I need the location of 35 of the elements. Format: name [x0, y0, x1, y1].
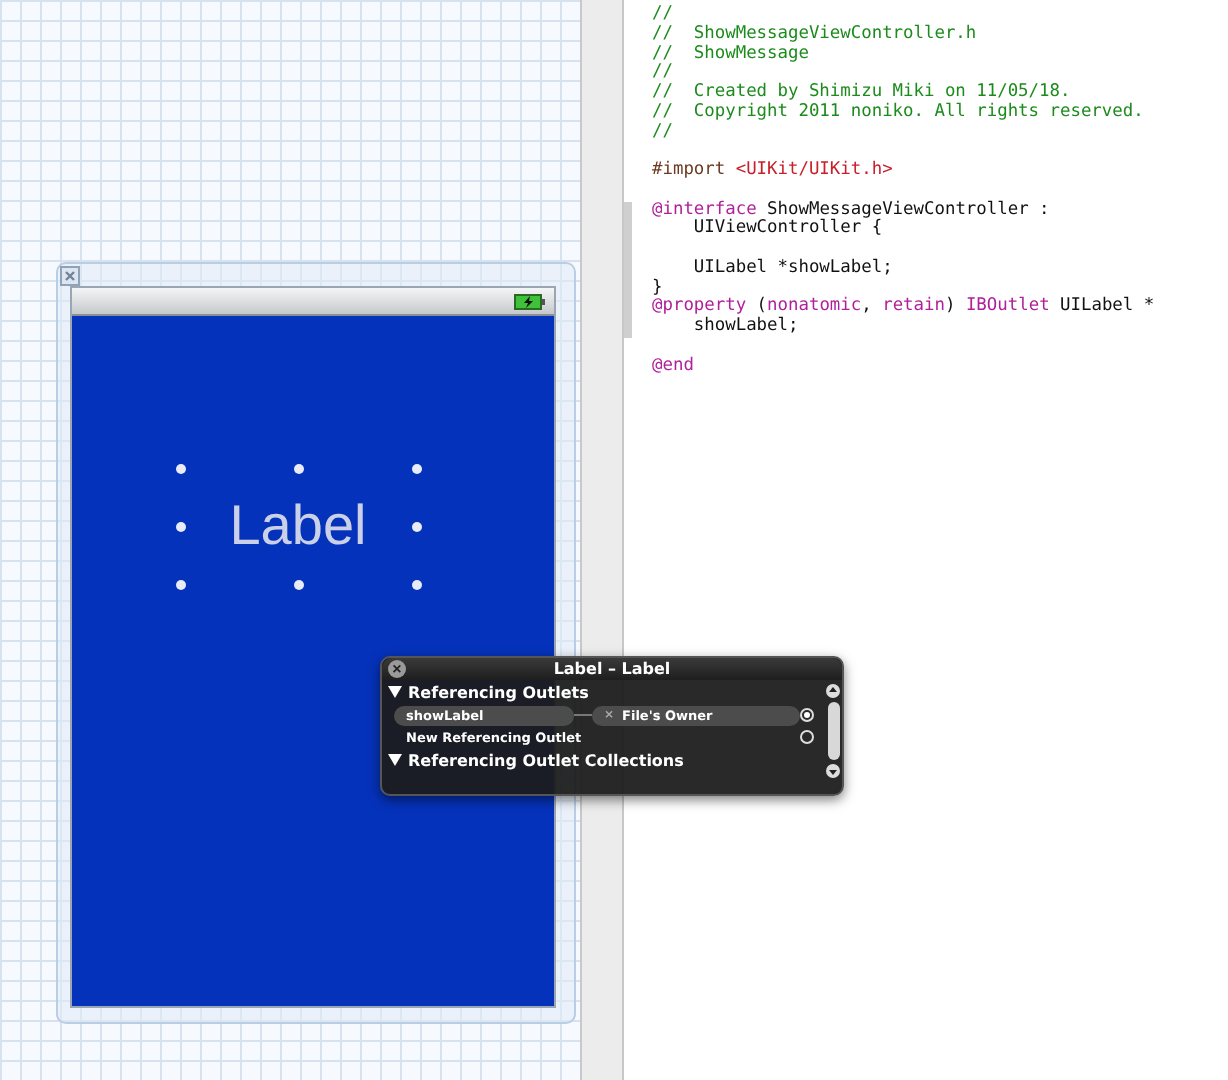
code-line: @end: [652, 355, 694, 375]
connection-circle-icon[interactable]: [800, 730, 814, 744]
section-title: Referencing Outlets: [408, 683, 589, 701]
code-line: // ShowMessageViewController.h: [652, 23, 977, 44]
connection-circle-icon[interactable]: [800, 708, 814, 722]
code-line: // Copyright 2011 noniko. All rights reserved.: [652, 101, 1144, 122]
code-line: showLabel;: [691, 316, 799, 336]
code-line: //: [652, 4, 673, 24]
code-line: // Created by Shimizu Miki on 11/05/18.: [652, 82, 1071, 102]
code-line: }: [652, 277, 663, 297]
code-line: @interface ShowMessageViewController :: [652, 199, 1050, 219]
code-line: #import <UIKit/UIKit.h>: [652, 160, 893, 180]
scroll-up-icon[interactable]: [826, 684, 840, 698]
selection-handle[interactable]: [411, 521, 421, 531]
selection-handle[interactable]: [293, 579, 303, 589]
code-line: @property (nonatomic, retain) IBOutlet UILabel *: [652, 296, 1155, 317]
selection-handle[interactable]: [175, 521, 185, 531]
selection-handle[interactable]: [411, 463, 421, 473]
code-line: //: [652, 62, 673, 83]
label-text[interactable]: Label: [229, 494, 367, 558]
code-line: UILabel *showLabel;: [691, 257, 893, 278]
code-line: UIViewController {: [691, 218, 883, 239]
selection-handle[interactable]: [293, 463, 303, 473]
selection-handle[interactable]: [175, 463, 185, 473]
close-button[interactable]: ×: [388, 660, 406, 678]
selection-handle[interactable]: [411, 579, 421, 589]
code-line: // ShowMessage: [652, 43, 809, 63]
panel-title: Label – Label: [553, 660, 671, 678]
section-title: Referencing Outlet Collections: [408, 751, 684, 769]
disclosure-triangle-icon[interactable]: [388, 754, 402, 766]
scroll-down-icon[interactable]: [826, 764, 840, 778]
close-icon[interactable]: [60, 266, 80, 286]
disclosure-triangle-icon[interactable]: [388, 686, 402, 698]
code-line: //: [652, 121, 673, 141]
selection-handle[interactable]: [175, 579, 185, 589]
